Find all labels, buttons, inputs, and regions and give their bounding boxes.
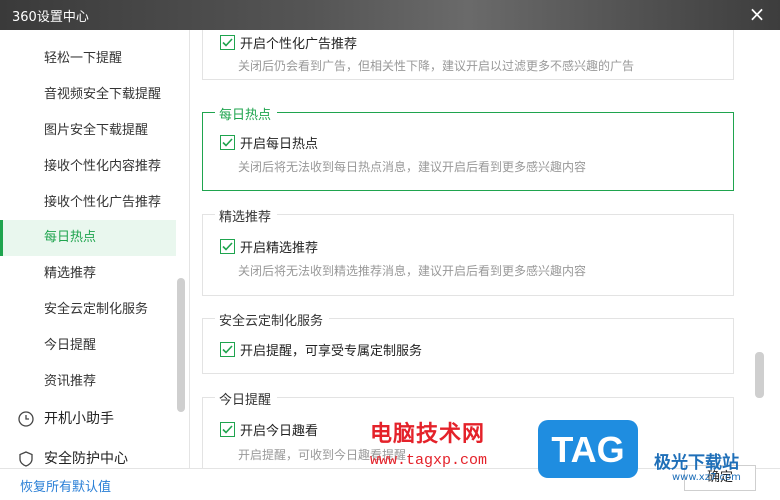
checkbox[interactable] [220,341,235,357]
watermark-text: 电脑技术网 [370,422,486,447]
sidebar-item-cloud-service[interactable]: 安全云定制化服务 [0,292,176,328]
section-title: 今日提醒 [215,389,278,408]
sidebar-item-image-download-reminder[interactable]: 图片安全下载提醒 [0,113,176,149]
checkbox[interactable] [220,34,235,50]
checkbox[interactable] [220,134,235,150]
window-title: 360设置中心 [12,10,89,25]
checkmark-icon [222,424,233,434]
title-bar: 360设置中心 × [0,0,780,30]
sidebar-item-personalized-ads[interactable]: 接收个性化广告推荐 [0,185,176,221]
watermark-url: www.tagxp.com [370,452,488,469]
sidebar-group-boot-assistant[interactable]: 开机小助手 [0,401,176,437]
checkbox[interactable] [220,238,235,254]
section-title: 安全云定制化服务 [215,310,330,329]
section-personalized-ads: 开启个性化广告推荐 关闭后仍会看到广告，但相关性下降，建议开启以过滤更多不感兴趣… [202,30,734,80]
tag-logo-text: TAG [551,429,624,470]
settings-content: 开启个性化广告推荐 关闭后仍会看到广告，但相关性下降，建议开启以过滤更多不感兴趣… [190,30,780,468]
checkmark-icon [222,241,233,251]
sidebar: 轻松一下提醒 音视频安全下载提醒 图片安全下载提醒 接收个性化内容推荐 接收个性… [0,30,190,468]
checkbox-row[interactable]: 开启每日热点 [220,133,318,152]
sidebar-item-av-download-reminder[interactable]: 音视频安全下载提醒 [0,77,176,113]
sidebar-item-news[interactable]: 资讯推荐 [0,364,176,400]
sidebar-item-daily-hot[interactable]: 每日热点 [0,220,176,256]
checkbox-row[interactable]: 开启今日趣看 [220,420,318,439]
sidebar-item-today-reminder[interactable]: 今日提醒 [0,328,176,364]
section-desc: 关闭后仍会看到广告，但相关性下降，建议开启以过滤更多不感兴趣的广告 [238,59,635,73]
checkmark-icon [222,137,233,147]
checkbox-row[interactable]: 开启提醒，可享受专属定制服务 [220,340,422,359]
content-scrollbar[interactable] [755,352,764,398]
close-button[interactable]: × [746,3,768,25]
section-desc: 关闭后将无法收到精选推荐消息，建议开启后看到更多感兴趣内容 [238,264,587,278]
sidebar-scrollbar[interactable] [177,278,185,412]
checkmark-icon [222,37,233,47]
checkbox[interactable] [220,421,235,437]
sidebar-item-featured[interactable]: 精选推荐 [0,256,176,292]
watermark-site-url: www.xz7.com [672,472,741,483]
section-desc: 关闭后将无法收到每日热点消息，建议开启后看到更多感兴趣内容 [238,160,587,174]
clock-icon [18,411,34,427]
tag-logo-icon: TAG [538,420,638,478]
checkbox-row[interactable]: 开启精选推荐 [220,237,318,256]
watermark-site-name: 极光下载站 [654,453,739,473]
restore-defaults-link[interactable]: 恢复所有默认值 [20,476,111,495]
sidebar-item-personalized-content[interactable]: 接收个性化内容推荐 [0,149,176,185]
checkbox-row[interactable]: 开启个性化广告推荐 [220,33,357,52]
sidebar-group-security-center[interactable]: 安全防护中心 [0,441,176,468]
sidebar-item-relax-reminder[interactable]: 轻松一下提醒 [0,41,176,77]
shield-icon [19,451,33,467]
section-cloud-service: 安全云定制化服务 开启提醒，可享受专属定制服务 [202,310,734,374]
section-daily-hot: 每日热点 开启每日热点 关闭后将无法收到每日热点消息，建议开启后看到更多感兴趣内… [202,104,734,191]
section-title: 每日热点 [215,104,278,123]
checkmark-icon [222,344,233,354]
section-title: 精选推荐 [215,206,278,225]
section-featured: 精选推荐 开启精选推荐 关闭后将无法收到精选推荐消息，建议开启后看到更多感兴趣内… [202,206,734,296]
